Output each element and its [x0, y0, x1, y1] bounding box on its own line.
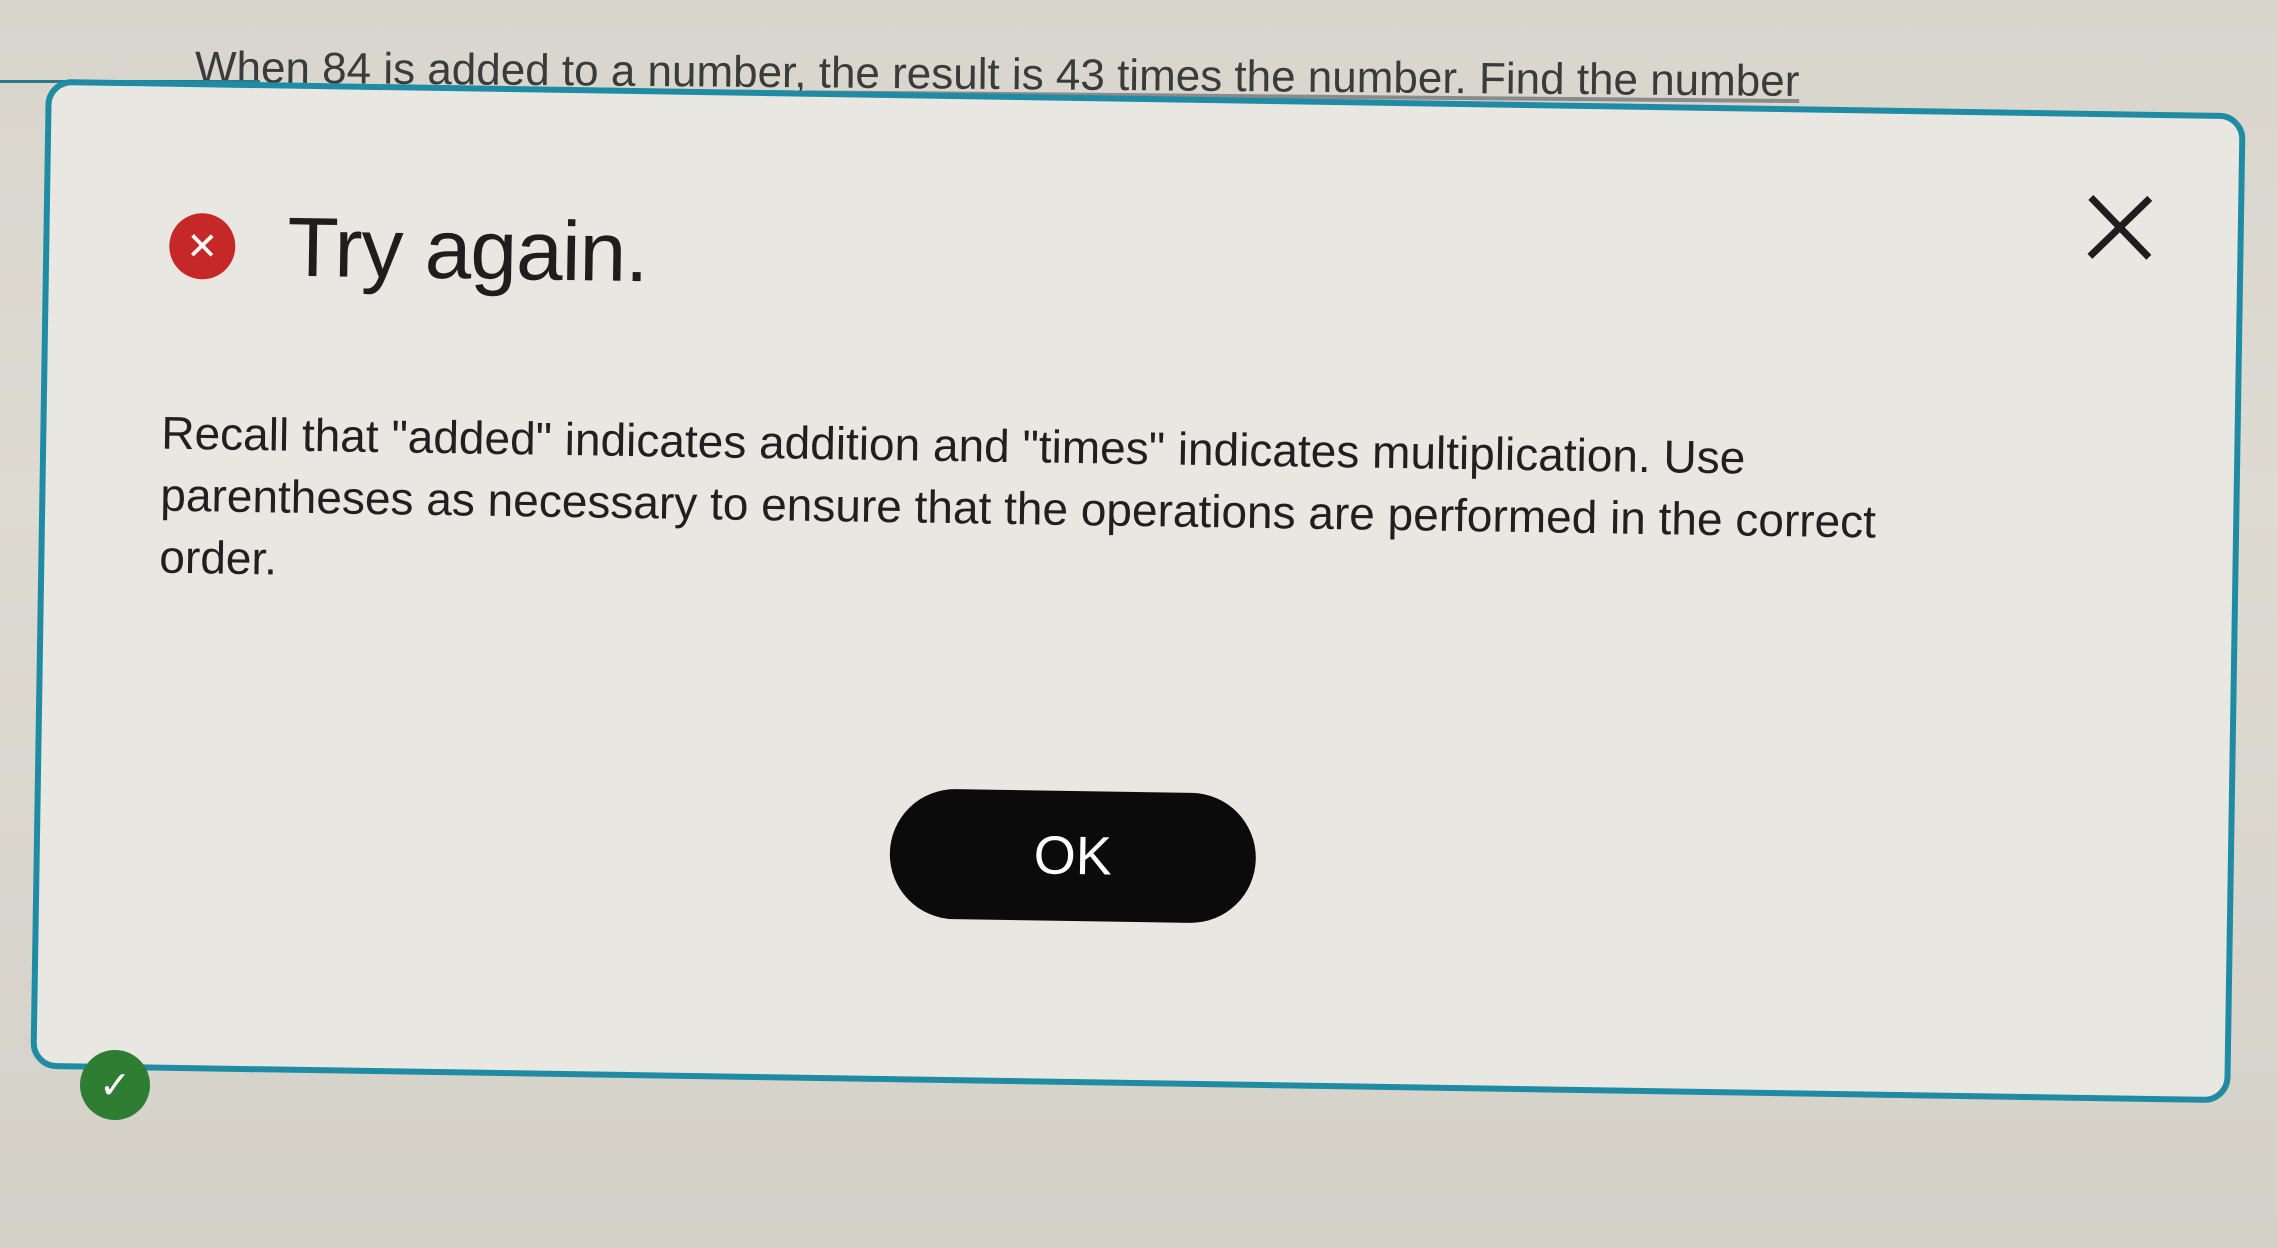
dialog-header: ✕ Try again.	[168, 197, 649, 302]
close-button[interactable]	[2079, 187, 2160, 268]
error-circle-icon: ✕	[168, 212, 236, 280]
dialog-title: Try again.	[286, 199, 649, 300]
dialog-message: Recall that "added" indicates addition a…	[159, 406, 1877, 585]
close-x-icon	[2087, 195, 2153, 260]
check-circle-icon: ✓	[80, 1050, 150, 1120]
feedback-dialog: ✕ Try again. Recall that "added" indicat…	[30, 78, 2246, 1104]
ok-button[interactable]: OK	[888, 788, 1257, 924]
